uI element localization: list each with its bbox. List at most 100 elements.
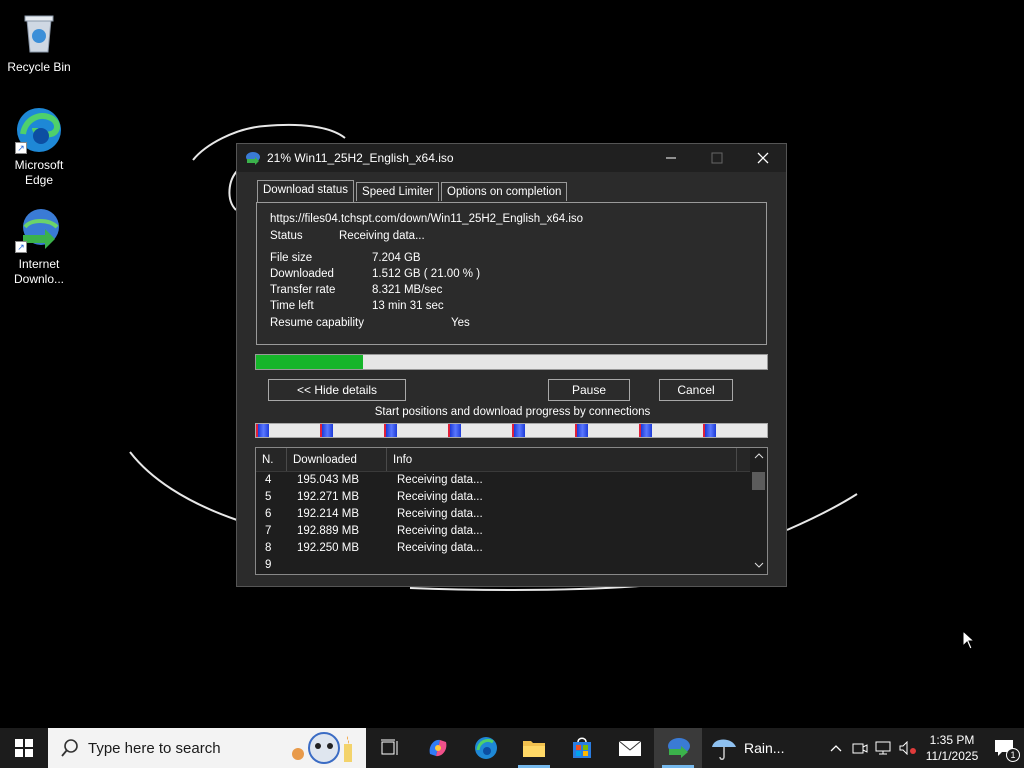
clock-date: 11/1/2025 bbox=[925, 749, 979, 763]
edge-icon bbox=[475, 737, 497, 759]
downloaded-row: Downloaded 1.512 GB ( 21.00 % ) bbox=[270, 266, 753, 282]
table-row[interactable]: 6 192.214 MB Receiving data... bbox=[256, 506, 767, 523]
cell-downloaded bbox=[288, 557, 388, 574]
weather-widget[interactable]: Rain... bbox=[710, 728, 784, 768]
connection-marker bbox=[447, 424, 461, 437]
desktop-icon-label: Recycle Bin bbox=[7, 60, 71, 74]
connection-marker bbox=[256, 424, 269, 437]
table-row[interactable]: 5 192.271 MB Receiving data... bbox=[256, 489, 767, 506]
close-button[interactable] bbox=[740, 144, 786, 172]
taskbar-edge-button[interactable] bbox=[462, 728, 510, 768]
folder-icon bbox=[523, 741, 545, 757]
time-left-label: Time left bbox=[270, 300, 314, 312]
tab-download-status[interactable]: Download status bbox=[257, 180, 355, 202]
clock-time: 1:35 PM bbox=[929, 733, 975, 747]
pause-button[interactable]: Pause bbox=[548, 379, 630, 401]
desktop-icon-internet-download-manager[interactable]: ↗ Internet Downlo... bbox=[1, 205, 77, 287]
search-highlight-icon bbox=[292, 732, 352, 764]
download-progress-window: 21% Win11_25H2_English_x64.iso Download … bbox=[236, 143, 787, 587]
maximize-button[interactable] bbox=[694, 144, 740, 172]
close-icon bbox=[757, 152, 769, 164]
start-button[interactable] bbox=[0, 728, 48, 768]
windows-logo-icon bbox=[15, 739, 33, 757]
file-size-label: File size bbox=[270, 252, 313, 264]
table-row[interactable]: 7 192.889 MB Receiving data... bbox=[256, 523, 767, 540]
status-label: Status bbox=[270, 230, 303, 242]
resume-capability-label: Resume capability bbox=[270, 317, 364, 329]
time-left-value: 13 min 31 sec bbox=[372, 300, 444, 312]
resume-capability-row: Resume capability Yes bbox=[270, 315, 753, 331]
microsoft-store-button[interactable] bbox=[558, 728, 606, 768]
tab-options-on-completion[interactable]: Options on completion bbox=[441, 182, 568, 201]
desktop-icon-edge[interactable]: ↗ Microsoft Edge bbox=[1, 106, 77, 188]
cell-info: Receiving data... bbox=[397, 508, 483, 520]
connection-marker bbox=[703, 424, 717, 437]
shortcut-arrow-icon: ↗ bbox=[15, 142, 27, 154]
cancel-button[interactable]: Cancel bbox=[659, 379, 733, 401]
notifications-button[interactable]: 1 bbox=[984, 728, 1024, 768]
download-progress-fill bbox=[256, 355, 364, 369]
table-scrollbar[interactable] bbox=[750, 448, 767, 574]
idm-icon: ↗ bbox=[15, 205, 63, 253]
cell-info: Receiving data... bbox=[397, 491, 483, 503]
mail-icon bbox=[618, 740, 642, 756]
column-header-n[interactable]: N. bbox=[256, 448, 287, 471]
taskbar: Type here to search Rain... 1:35 PM 11/1… bbox=[0, 728, 1024, 768]
mail-button[interactable] bbox=[606, 728, 654, 768]
chevron-up-icon bbox=[830, 745, 842, 752]
store-icon bbox=[573, 737, 591, 758]
cell-n: 6 bbox=[265, 508, 272, 520]
connections-label: Start positions and download progress by… bbox=[374, 406, 651, 418]
taskbar-search-box[interactable]: Type here to search bbox=[48, 728, 366, 768]
maximize-icon bbox=[711, 152, 723, 164]
connection-marker bbox=[575, 424, 589, 437]
cell-downloaded: 192.250 MB bbox=[297, 542, 360, 554]
scroll-thumb[interactable] bbox=[752, 472, 765, 490]
cell-downloaded: 192.889 MB bbox=[297, 525, 360, 537]
tab-strip: Download status Speed Limiter Options on… bbox=[257, 180, 569, 202]
transfer-rate-value: 8.321 MB/sec bbox=[372, 284, 443, 296]
edge-icon: ↗ bbox=[15, 106, 63, 154]
desktop-icon-label: Internet Downlo... bbox=[13, 257, 65, 286]
clock[interactable]: 1:35 PM 11/1/2025 bbox=[920, 732, 984, 764]
download-progress-bar bbox=[255, 354, 768, 370]
network-icon bbox=[875, 741, 891, 755]
desktop-icon-label: Microsoft Edge bbox=[14, 158, 64, 187]
table-row[interactable]: 4 195.043 MB Receiving data... bbox=[256, 472, 767, 489]
cell-n: 8 bbox=[265, 542, 272, 554]
hide-details-button[interactable]: << Hide details bbox=[268, 379, 406, 401]
file-explorer-button[interactable] bbox=[510, 728, 558, 768]
cell-downloaded: 192.271 MB bbox=[297, 491, 360, 503]
minimize-button[interactable] bbox=[648, 144, 694, 172]
recycle-bin-icon bbox=[15, 8, 63, 56]
window-title: 21% Win11_25H2_English_x64.iso bbox=[267, 151, 454, 165]
table-row[interactable]: 9 bbox=[256, 557, 767, 574]
volume-muted-icon bbox=[899, 741, 916, 755]
window-titlebar[interactable]: 21% Win11_25H2_English_x64.iso bbox=[237, 144, 786, 172]
network-button[interactable] bbox=[872, 728, 896, 768]
scroll-down-icon[interactable] bbox=[750, 557, 767, 574]
copilot-button[interactable] bbox=[414, 728, 462, 768]
cell-n: 5 bbox=[265, 491, 272, 503]
notification-count-badge: 1 bbox=[1006, 748, 1020, 762]
volume-button[interactable] bbox=[896, 728, 920, 768]
tab-speed-limiter[interactable]: Speed Limiter bbox=[356, 182, 439, 201]
connections-table: N. Downloaded Info 4 195.043 MB Receiving … bbox=[255, 447, 768, 575]
column-header-downloaded[interactable]: Downloaded bbox=[287, 448, 387, 471]
desktop-icon-recycle-bin[interactable]: Recycle Bin bbox=[1, 8, 77, 75]
connection-marker bbox=[319, 424, 333, 437]
status-row: Status Receiving data... bbox=[270, 228, 753, 244]
task-view-button[interactable] bbox=[366, 728, 414, 768]
search-placeholder: Type here to search bbox=[88, 739, 221, 757]
scroll-up-icon[interactable] bbox=[750, 448, 767, 465]
cell-n: 9 bbox=[265, 559, 272, 571]
cell-info bbox=[388, 557, 738, 574]
table-body: 4 195.043 MB Receiving data... 5 192.271 MB R… bbox=[256, 472, 767, 574]
meet-now-button[interactable] bbox=[848, 728, 872, 768]
table-row[interactable]: 8 192.250 MB Receiving data... bbox=[256, 540, 767, 557]
show-hidden-icons-button[interactable] bbox=[824, 728, 848, 768]
column-header-info[interactable]: Info bbox=[387, 448, 737, 471]
file-size-value: 7.204 GB bbox=[372, 252, 421, 264]
taskbar-idm-button[interactable] bbox=[654, 728, 702, 768]
connection-marker bbox=[383, 424, 397, 437]
